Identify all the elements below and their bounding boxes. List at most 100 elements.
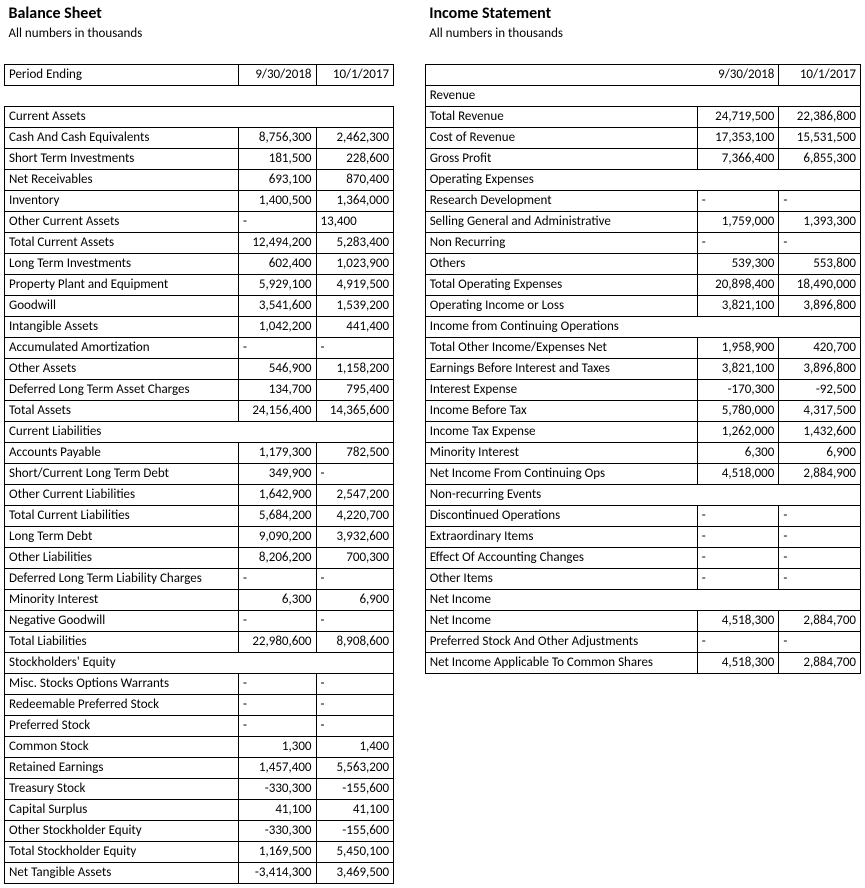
cell bbox=[779, 86, 861, 107]
table-row: Preferred Stock-- bbox=[5, 716, 425, 737]
table-row: Short/Current Long Term Debt349,900- bbox=[5, 464, 425, 485]
row-label: Net Income From Continuing Ops bbox=[425, 464, 697, 485]
cell bbox=[238, 653, 316, 674]
cell: 3,932,600 bbox=[316, 527, 394, 548]
row-label: Interest Expense bbox=[425, 380, 697, 401]
table-row: Treasury Stock-330,300-155,600 bbox=[5, 779, 425, 800]
cell: 8,908,600 bbox=[316, 632, 394, 653]
table-row: Income Tax Expense1,262,0001,432,600 bbox=[425, 422, 860, 443]
cell: - bbox=[779, 191, 861, 212]
cell: 1,179,300 bbox=[238, 443, 316, 464]
row-label: Other Items bbox=[425, 569, 697, 590]
row-label: Other Current Assets bbox=[5, 212, 239, 233]
cell: 6,300 bbox=[238, 590, 316, 611]
cell: 22,386,800 bbox=[779, 107, 861, 128]
cell: - bbox=[238, 338, 316, 359]
table-row: Retained Earnings1,457,4005,563,200 bbox=[5, 758, 425, 779]
cell: 22,980,600 bbox=[238, 632, 316, 653]
cell: 4,919,500 bbox=[316, 275, 394, 296]
cell: - bbox=[697, 527, 779, 548]
row-label: Net Income bbox=[425, 611, 697, 632]
row-label: Long Term Debt bbox=[5, 527, 239, 548]
row-label: Short Term Investments bbox=[5, 149, 239, 170]
table-row: Others539,300553,800 bbox=[425, 254, 860, 275]
page-container: Balance Sheet All numbers in thousands P… bbox=[4, 4, 861, 884]
cell: 4,518,000 bbox=[697, 464, 779, 485]
table-row: Extraordinary Items-- bbox=[425, 527, 860, 548]
cell: 6,900 bbox=[779, 443, 861, 464]
cell: - bbox=[779, 527, 861, 548]
row-label: Other Current Liabilities bbox=[5, 485, 239, 506]
cell: 41,100 bbox=[238, 800, 316, 821]
cell: 8,756,300 bbox=[238, 128, 316, 149]
row-label: Net Receivables bbox=[5, 170, 239, 191]
row-label: Misc. Stocks Options Warrants bbox=[5, 674, 239, 695]
row-label: Cash And Cash Equivalents bbox=[5, 128, 239, 149]
cell: 1,958,900 bbox=[697, 338, 779, 359]
cell: 5,929,100 bbox=[238, 275, 316, 296]
row-label: Selling General and Administrative bbox=[425, 212, 697, 233]
cell: 6,300 bbox=[697, 443, 779, 464]
row-label: Minority Interest bbox=[425, 443, 697, 464]
table-row: Redeemable Preferred Stock-- bbox=[5, 695, 425, 716]
cell: - bbox=[779, 548, 861, 569]
income-statement-title: Income Statement bbox=[425, 4, 697, 24]
section-header: Current Liabilities bbox=[5, 422, 239, 443]
cell: 181,500 bbox=[238, 149, 316, 170]
row-label: Net Income Applicable To Common Shares bbox=[425, 653, 697, 674]
table-row: Long Term Investments602,4001,023,900 bbox=[5, 254, 425, 275]
cell: 20,898,400 bbox=[697, 275, 779, 296]
balance-sheet-table: Balance Sheet All numbers in thousands P… bbox=[4, 4, 425, 884]
cell: - bbox=[779, 233, 861, 254]
row-label: Extraordinary Items bbox=[425, 527, 697, 548]
table-row: Total Liabilities22,980,6008,908,600 bbox=[5, 632, 425, 653]
table-row: Income from Continuing Operations bbox=[425, 317, 860, 338]
cell: - bbox=[238, 611, 316, 632]
row-label: Deferred Long Term Asset Charges bbox=[5, 380, 239, 401]
row-label: Preferred Stock bbox=[5, 716, 239, 737]
cell: 18,490,000 bbox=[779, 275, 861, 296]
table-row: Operating Income or Loss3,821,1003,896,8… bbox=[425, 296, 860, 317]
table-row: Goodwill3,541,6001,539,200 bbox=[5, 296, 425, 317]
cell bbox=[238, 107, 316, 128]
cell bbox=[697, 170, 779, 191]
row-label: Other Assets bbox=[5, 359, 239, 380]
row-label: Other Stockholder Equity bbox=[5, 821, 239, 842]
cell: -155,600 bbox=[316, 779, 394, 800]
table-row: Other Liabilities8,206,200700,300 bbox=[5, 548, 425, 569]
cell: 1,457,400 bbox=[238, 758, 316, 779]
cell: - bbox=[697, 233, 779, 254]
table-row: Other Assets546,9001,158,200 bbox=[5, 359, 425, 380]
row-label: Total Assets bbox=[5, 401, 239, 422]
row-label: Research Development bbox=[425, 191, 697, 212]
cell: - bbox=[316, 716, 394, 737]
cell: - bbox=[238, 695, 316, 716]
cell: 349,900 bbox=[238, 464, 316, 485]
row-label: Minority Interest bbox=[5, 590, 239, 611]
cell: 13,400 bbox=[316, 212, 394, 233]
cell: 1,364,000 bbox=[316, 191, 394, 212]
row-label: Discontinued Operations bbox=[425, 506, 697, 527]
row-label: Preferred Stock And Other Adjustments bbox=[425, 632, 697, 653]
row-label: Others bbox=[425, 254, 697, 275]
cell: 5,684,200 bbox=[238, 506, 316, 527]
cell: 1,262,000 bbox=[697, 422, 779, 443]
table-row: Income Before Tax5,780,0004,317,500 bbox=[425, 401, 860, 422]
table-row: Minority Interest6,3006,900 bbox=[425, 443, 860, 464]
row-label: Redeemable Preferred Stock bbox=[5, 695, 239, 716]
cell: 1,432,600 bbox=[779, 422, 861, 443]
row-label: Intangible Assets bbox=[5, 317, 239, 338]
balance-sheet-title: Balance Sheet bbox=[5, 4, 239, 24]
table-row: Net Income4,518,3002,884,700 bbox=[425, 611, 860, 632]
cell: 602,400 bbox=[238, 254, 316, 275]
cell: - bbox=[316, 695, 394, 716]
cell: 3,821,100 bbox=[697, 296, 779, 317]
row-label: Total Current Liabilities bbox=[5, 506, 239, 527]
cell: 420,700 bbox=[779, 338, 861, 359]
cell: - bbox=[697, 191, 779, 212]
cell: 9,090,200 bbox=[238, 527, 316, 548]
row-label: Deferred Long Term Liability Charges bbox=[5, 569, 239, 590]
row-label: Gross Profit bbox=[425, 149, 697, 170]
table-row: Non Recurring-- bbox=[425, 233, 860, 254]
period-ending-label: Period Ending bbox=[5, 65, 239, 86]
